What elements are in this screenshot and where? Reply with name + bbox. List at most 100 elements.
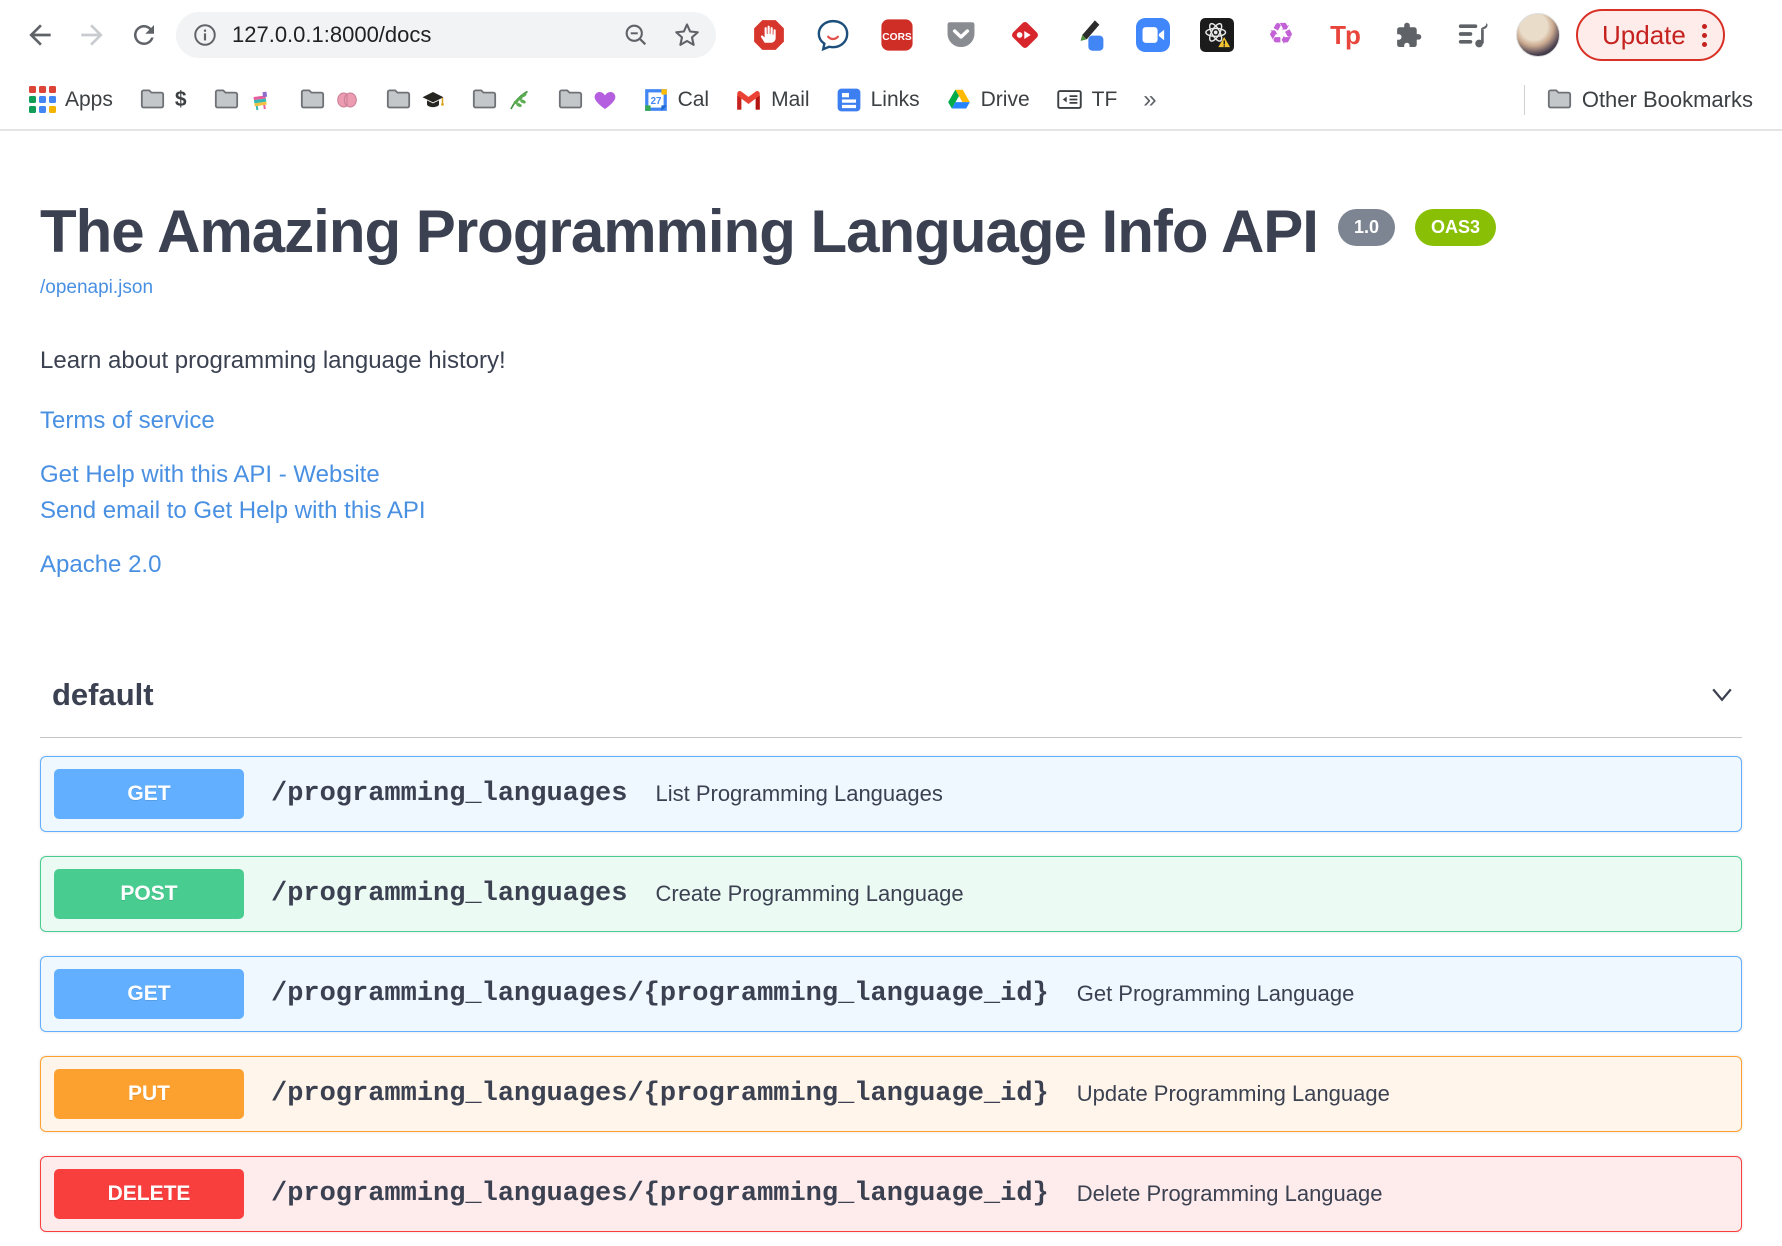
- update-label: Update: [1602, 19, 1686, 50]
- bookmark-label: Drive: [980, 87, 1030, 111]
- cors-icon: CORS: [881, 19, 913, 51]
- extension-strip: CORS ♻ Tp: [752, 18, 1490, 52]
- endpoint-path: /programming_languages/{programming_lang…: [271, 979, 1049, 1009]
- method-badge: GET: [54, 969, 244, 1019]
- bookmarks-bar: Apps $ 27 Cal Mail Links Drive TF » Othe…: [0, 70, 1782, 131]
- bookmark-label: Mail: [771, 87, 810, 111]
- bookmark-calendar[interactable]: 27 Cal: [630, 87, 723, 113]
- bookmarks-divider: [1523, 84, 1525, 115]
- contact-website-link[interactable]: Get Help with this API - Website: [40, 461, 380, 488]
- page-title: The Amazing Programming Language Info AP…: [40, 198, 1319, 265]
- chevron-down-icon[interactable]: [1706, 679, 1738, 711]
- operation-row-delete-language[interactable]: DELETE /programming_languages/{programmi…: [40, 1156, 1742, 1232]
- site-info-icon[interactable]: [192, 22, 218, 48]
- contact-email-link[interactable]: Send email to Get Help with this API: [40, 497, 426, 524]
- react-devtools-extension-button[interactable]: [1200, 18, 1234, 52]
- license-link[interactable]: Apache 2.0: [40, 551, 161, 578]
- method-badge: DELETE: [54, 1169, 244, 1219]
- cors-extension-button[interactable]: CORS: [880, 18, 914, 52]
- google-drive-icon: [947, 89, 970, 108]
- folder-icon: [558, 89, 582, 109]
- zoom-indicator-icon[interactable]: [622, 21, 650, 49]
- reload-icon: [133, 24, 154, 45]
- links-doc-icon: [837, 88, 860, 111]
- folder-icon: [386, 89, 410, 109]
- folder-icon: [472, 89, 496, 109]
- terms-of-service-link[interactable]: Terms of service: [40, 407, 215, 434]
- pocket-icon: [947, 22, 975, 48]
- bookmark-folder-herb[interactable]: [458, 86, 544, 113]
- playlist-extension-button[interactable]: [1456, 18, 1490, 52]
- bookmark-folder-brain[interactable]: [286, 86, 372, 113]
- extensions-menu-button[interactable]: [1392, 18, 1426, 52]
- openapi-spec-link[interactable]: /openapi.json: [40, 277, 153, 299]
- herb-icon: [509, 90, 528, 109]
- api-description: Learn about programming language history…: [40, 347, 506, 374]
- browser-toolbar: 127.0.0.1:8000/docs CORS ♻ Tp Update: [0, 0, 1782, 70]
- puzzle-icon: [1397, 22, 1422, 47]
- version-badge: 1.0: [1337, 209, 1396, 246]
- default-tag-section: default GET /programming_languages List …: [40, 677, 1742, 1232]
- default-section-header[interactable]: default: [40, 677, 1742, 738]
- method-badge: PUT: [54, 1069, 244, 1119]
- endpoint-summary: List Programming Languages: [655, 781, 943, 806]
- speech-bubble-smile-icon: [817, 19, 849, 52]
- svg-text:27: 27: [650, 96, 661, 107]
- endpoint-summary: Get Programming Language: [1076, 981, 1355, 1006]
- operation-row-get-language[interactable]: GET /programming_languages/{programming_…: [40, 956, 1742, 1032]
- bookmark-label: Other Bookmarks: [1581, 86, 1753, 112]
- bookmark-folder-dollar[interactable]: $: [126, 86, 200, 113]
- music-queue-icon: [1458, 23, 1488, 48]
- operation-row-list-languages[interactable]: GET /programming_languages List Programm…: [40, 756, 1742, 832]
- pocket-extension-button[interactable]: [944, 18, 978, 52]
- bookmark-star-icon[interactable]: [672, 20, 702, 50]
- bookmark-label: Cal: [677, 87, 710, 111]
- bookmarks-overflow-button[interactable]: »: [1130, 86, 1169, 114]
- update-menu-button[interactable]: Update: [1576, 9, 1725, 61]
- bookmark-tf[interactable]: TF: [1043, 86, 1131, 113]
- folder-icon: [1547, 89, 1571, 109]
- tf-card-icon: [1056, 90, 1082, 109]
- profile-avatar[interactable]: [1516, 13, 1560, 57]
- toucan-extension-button[interactable]: Tp: [1328, 18, 1362, 52]
- google-calendar-icon: 27: [644, 88, 667, 111]
- endpoint-path: /programming_languages: [271, 879, 628, 909]
- bookmark-label: Links: [870, 87, 920, 111]
- bookmark-mail[interactable]: Mail: [722, 88, 823, 112]
- bookmark-folder-heart[interactable]: [544, 86, 630, 113]
- back-button[interactable]: [14, 9, 66, 61]
- folder-icon: [300, 89, 324, 109]
- folder-icon: [214, 89, 238, 109]
- adblock-extension-button[interactable]: [752, 18, 786, 52]
- folder-icon: [140, 89, 164, 109]
- bookmark-drive[interactable]: Drive: [933, 87, 1043, 113]
- red-diamond-icon: [1012, 22, 1038, 48]
- url-text: 127.0.0.1:8000/docs: [232, 22, 432, 47]
- back-icon: [29, 24, 51, 46]
- swagger-page: The Amazing Programming Language Info AP…: [0, 131, 1782, 1232]
- zoom-extension-button[interactable]: [1136, 18, 1170, 52]
- operation-row-create-language[interactable]: POST /programming_languages Create Progr…: [40, 856, 1742, 932]
- bookmark-folder-graduation[interactable]: [372, 86, 458, 113]
- method-badge: POST: [54, 869, 244, 919]
- chat-extension-button[interactable]: [816, 18, 850, 52]
- purple-recycle-icon: ♻: [1267, 18, 1295, 51]
- kebab-menu-icon: [1701, 23, 1707, 47]
- address-bar[interactable]: 127.0.0.1:8000/docs: [176, 12, 716, 58]
- bookmark-apps[interactable]: Apps: [16, 86, 126, 113]
- deploy-extension-button[interactable]: [1008, 18, 1042, 52]
- bookmark-label: Apps: [65, 87, 113, 111]
- eyedropper-icon: [1080, 20, 1104, 51]
- colorpicker-extension-button[interactable]: [1072, 18, 1106, 52]
- bookmark-folder-pinata[interactable]: [200, 86, 286, 113]
- bookmark-links[interactable]: Links: [823, 87, 933, 113]
- forward-button[interactable]: [66, 9, 118, 61]
- recycle-extension-button[interactable]: ♻: [1264, 18, 1298, 52]
- apps-grid-icon: [29, 86, 56, 113]
- reload-button[interactable]: [118, 9, 170, 61]
- operations-list: GET /programming_languages List Programm…: [40, 756, 1742, 1232]
- other-bookmarks-button[interactable]: Other Bookmarks: [1533, 86, 1766, 113]
- bookmark-label: TF: [1091, 87, 1118, 111]
- operation-row-update-language[interactable]: PUT /programming_languages/{programming_…: [40, 1056, 1742, 1132]
- endpoint-path: /programming_languages: [271, 779, 628, 809]
